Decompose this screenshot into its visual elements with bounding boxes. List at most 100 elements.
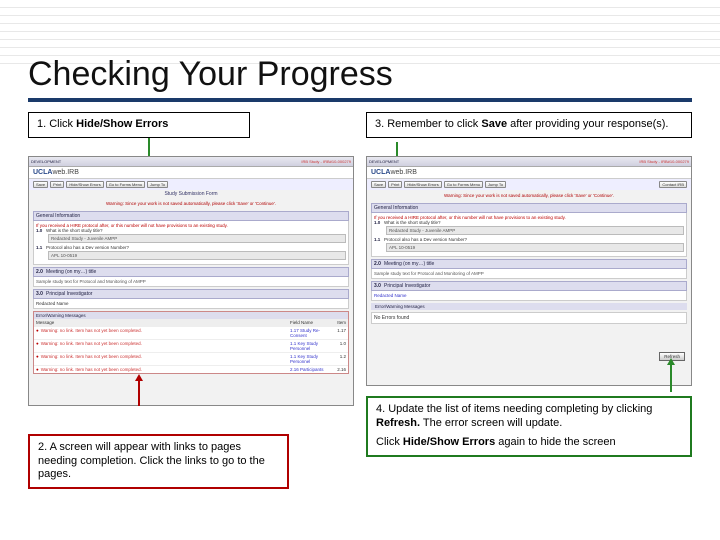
step-4a-prefix: 4. Update the list of items needing comp… [376,403,652,415]
shot-btn-jumpto[interactable]: Jump To [147,181,168,188]
a3-body: Redacted Name [33,299,349,309]
col-field: Field Name [290,320,330,325]
shot2-logo: UCLAweb.IRB [367,167,691,179]
step-4b: Click Hide/Show Errors again to hide the… [376,436,682,450]
shot2-btn-print[interactable]: Print [388,181,402,188]
shot-section-general-body: If you received a HIRE protocol after, o… [33,221,349,265]
err2-m: Warning: no link. Item has not yet been … [41,354,142,364]
shot-section-2: 2.0Meeting (on my…) title Sample study t… [33,267,349,287]
shot2-a1: Redacted Study - Juvenile AMPP [386,226,684,235]
page-title: Checking Your Progress [28,55,692,94]
err1-m: Warning: no link. Item has not yet been … [41,341,142,351]
step2-arrow-head-up [135,374,143,381]
shot-section-general-header: General Information [33,211,349,221]
shot2-q3-hd: 3.0Principal Investigator [371,281,687,291]
two-column-layout: 1. Click Hide/Show Errors DEVELOPMENT IR… [28,112,692,489]
step-4b-prefix: Click [376,436,403,448]
shot2-section-2: 2.0Meeting (on my…) title Sample study t… [371,259,687,279]
col-message: Message [36,320,54,325]
err2-f: 1.1 Key Study Personnel [290,354,330,364]
right-column: 3. Remember to click Save after providin… [366,112,692,489]
shot2-logo-brand: UCLA [371,169,390,176]
shot2-topbar: DEVELOPMENT IRB Study - IRB#10-000279 [367,157,691,167]
q3-text: Principal Investigator [46,291,92,297]
step4-arrow-line [670,364,672,392]
shot2-btn-jumpto[interactable]: Jump To [485,181,506,188]
err1-f: 1.1 Key Study Personnel [290,341,330,351]
screenshot-right: DEVELOPMENT IRB Study - IRB#10-000279 UC… [366,156,692,386]
err-row[interactable]: ●Warning: no link. Item has not yet been… [34,352,348,365]
err2-i: 1.2 [334,354,346,364]
shot2-devlabel: DEVELOPMENT [369,159,399,164]
shot-btn-gotoforms[interactable]: Go to Forms Menu [106,181,145,188]
step-4b-suffix: again to hide the screen [495,436,615,448]
err3-m: Warning: no link. Item has not yet been … [41,367,142,372]
shot2-a1_1: APL 10-0519 [386,243,684,252]
err-row[interactable]: ●Warning: no link. Item has not yet been… [34,326,348,339]
shot2-topright: IRB Study - IRB#10-000279 [639,159,689,164]
step-2-text: 2. A screen will appear with links to pa… [38,441,265,481]
shot-error-columns: Message Field Name Item [34,319,348,326]
shot2-btn-save[interactable]: Save [371,181,386,188]
shot-error-title: Error/Warning Messages [34,312,348,319]
a2-field: Sample study text for Protocol and Monit… [33,277,349,287]
shot2-btn-contact-irb[interactable]: Contact IRB [659,181,687,188]
shot2-section-3: 3.0Principal Investigator Redacted Name [371,281,687,301]
err3-i: 2.16 [334,367,346,372]
shot-q2-hd: 2.0Meeting (on my…) title [33,267,349,277]
step-1-callout: 1. Click Hide/Show Errors [28,112,250,138]
shot-btn-hideshow[interactable]: Hide/Show Errors [66,181,103,188]
shot-section-general: General Information If you received a HI… [33,211,349,265]
shot-btn-save[interactable]: Save [33,181,48,188]
shot-btn-print[interactable]: Print [50,181,64,188]
step-4b-bold: Hide/Show Errors [403,436,495,448]
step-3-callout: 3. Remember to click Save after providin… [366,112,692,138]
left-column: 1. Click Hide/Show Errors DEVELOPMENT IR… [28,112,354,489]
step4-arrow-head-up [667,358,675,365]
shot2-a3: Redacted Name [371,291,687,301]
err-row[interactable]: ●Warning: no link. Item has not yet been… [34,339,348,352]
step2-arrow-line [138,380,140,406]
q1-num: 1.0 [36,228,46,233]
step-4a-suffix: The error screen will update. [420,417,562,429]
err-row[interactable]: ●Warning: no link. Item has not yet been… [34,365,348,373]
shot-q3-hd: 3.0Principal Investigator [33,289,349,299]
screenshot-left: DEVELOPMENT IRB Study - IRB#10-000279 UC… [28,156,354,406]
q1_1-num: 1.1 [36,245,46,250]
shot2-logo-sub: web.IRB [390,169,416,176]
shot-logo-brand: UCLA [33,169,52,176]
a1_1-field: APL 10-0519 [48,251,346,260]
shot2-btn-hideshow[interactable]: Hide/Show Errors [404,181,441,188]
q1-text: What is the short study title? [46,228,103,233]
a1-field: Redacted Study - Juvenile AMPP [48,234,346,243]
shot2-q2: Meeting (on my…) title [384,261,434,267]
q1_1-text: Protocol also has a Dev version Number? [46,245,129,250]
err3-f: 2.16 Participants [290,367,330,372]
step-4a: 4. Update the list of items needing comp… [376,403,682,431]
step-3-prefix: 3. Remember to click [375,118,481,130]
step-3-bold: Save [481,118,507,130]
step-4-callout: 4. Update the list of items needing comp… [366,396,692,457]
shot2-no-errors: No Errors found [371,312,687,324]
err1-i: 1.0 [334,341,346,351]
shot2-q3: Principal Investigator [384,283,430,289]
step-2-callout: 2. A screen will appear with links to pa… [28,434,289,489]
err0-f: 1.17 Study Re-Consent [290,328,330,338]
step-1-bold: Hide/Show Errors [76,118,168,130]
shot2-gen-hd: General Information [371,203,687,213]
shot2-q1: What is the short study title? [384,220,441,225]
shot2-btn-gotoforms[interactable]: Go to Forms Menu [444,181,483,188]
shot2-gen-bd: If you received a HIRE protocol after, o… [371,213,687,257]
title-underline [28,98,692,102]
shot-topright: IRB Study - IRB#10-000279 [301,159,351,164]
shot2-a3-text: Redacted Name [374,293,407,298]
shot2-button-row: Save Print Hide/Show Errors Go to Forms … [367,179,691,190]
col-item: Item [334,320,346,325]
shot2-section-general: General Information If you received a HI… [371,203,687,257]
err0-i: 1.17 [334,328,346,338]
err0-m: Warning: no link. Item has not yet been … [41,328,142,338]
shot2-error-title: Error/Warning Messages [371,303,687,310]
q2-text: Meeting (on my…) title [46,269,96,275]
step-3-suffix: after providing your response(s). [507,118,668,130]
shot-logo: UCLAweb.IRB [29,167,353,179]
